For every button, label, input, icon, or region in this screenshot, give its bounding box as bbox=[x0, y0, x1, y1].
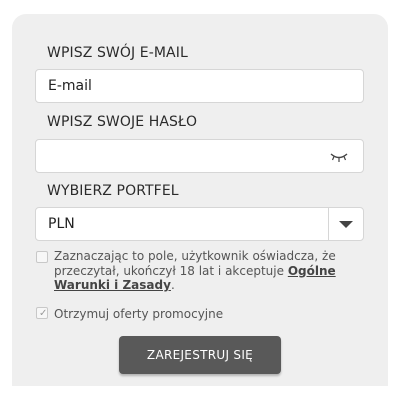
promo-checkbox[interactable]: ✓ bbox=[36, 307, 48, 319]
eye-closed-icon[interactable] bbox=[329, 150, 349, 164]
chevron-down-icon bbox=[339, 221, 353, 228]
wallet-label: WYBIERZ PORTFEL bbox=[47, 183, 179, 199]
password-field-wrapper bbox=[35, 139, 364, 173]
wallet-select[interactable]: PLN bbox=[35, 207, 364, 241]
consent-text-suffix: . bbox=[170, 278, 175, 292]
promo-label: Otrzymuj oferty promocyjne bbox=[54, 307, 224, 321]
email-input[interactable] bbox=[36, 70, 363, 102]
dropdown-arrow-button[interactable] bbox=[329, 208, 363, 240]
password-label: WPISZ SWOJE HASŁO bbox=[47, 114, 198, 130]
checkmark-icon: ✓ bbox=[39, 308, 48, 319]
email-label: WPISZ SWÓJ E-MAIL bbox=[47, 45, 188, 61]
wallet-select-value: PLN bbox=[48, 216, 75, 232]
consent-text: Zaznaczając to pole, użytkownik oświadcz… bbox=[54, 249, 354, 293]
password-input[interactable] bbox=[36, 140, 363, 172]
consent-checkbox[interactable] bbox=[36, 251, 48, 263]
register-button[interactable]: ZAREJESTRUJ SIĘ bbox=[119, 336, 281, 374]
email-field-wrapper bbox=[35, 69, 364, 103]
